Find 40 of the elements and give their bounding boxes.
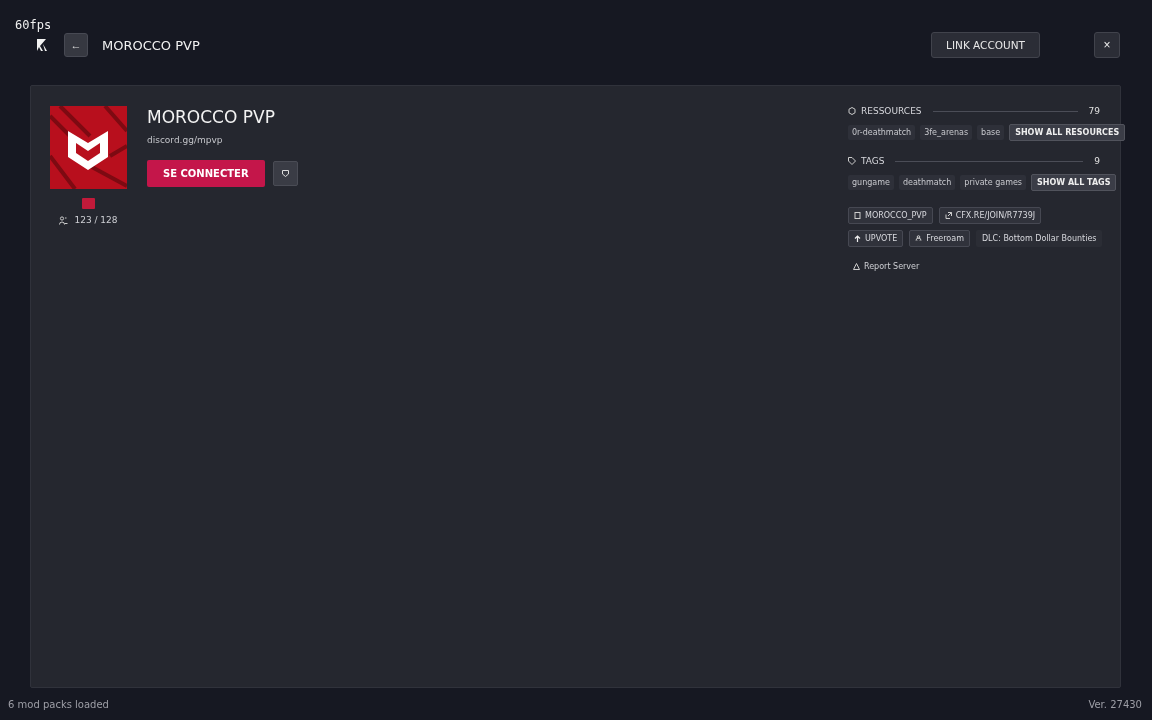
dlc-chip: DLC: Bottom Dollar Bounties — [975, 230, 1103, 247]
back-button[interactable]: ← — [64, 33, 88, 57]
favorite-button[interactable] — [272, 161, 298, 186]
resource-chip: base — [977, 125, 1005, 140]
section-count: 9 — [1094, 156, 1100, 166]
tag-chip: deathmatch — [898, 175, 956, 190]
upvote-button[interactable]: UPVOTE — [848, 230, 904, 247]
section-title: RESSOURCES — [861, 106, 922, 116]
flag-icon — [82, 198, 95, 209]
shield-icon — [281, 170, 289, 177]
document-icon — [854, 212, 861, 219]
show-all-resources-button[interactable]: SHOW ALL RESOURCES — [1009, 124, 1126, 141]
resource-chip: 3fe_arenas — [920, 125, 973, 140]
version-text: Ver. 27430 — [1088, 698, 1142, 710]
section-count: 79 — [1088, 106, 1100, 116]
report-server-link[interactable]: Report Server — [853, 262, 920, 271]
people-icon — [59, 215, 69, 225]
tag-chip: gungame — [848, 175, 894, 190]
status-text: 6 mod packs loaded — [8, 698, 109, 710]
show-all-tags-button[interactable]: SHOW ALL TAGS — [1031, 174, 1117, 191]
gametype-chip[interactable]: Freeroam — [909, 230, 970, 247]
tag-icon — [848, 157, 856, 165]
connect-button[interactable]: SE CONNECTER — [147, 160, 265, 187]
cube-icon — [848, 107, 856, 115]
close-button[interactable]: × — [1094, 32, 1120, 58]
project-link[interactable]: MOROCCO_PVP — [848, 207, 933, 224]
link-account-button[interactable]: LINK ACCOUNT — [931, 32, 1040, 58]
page-title: MOROCCO PVP — [102, 37, 200, 53]
server-url: discord.gg/mpvp — [147, 135, 224, 145]
tag-chip: private games — [960, 175, 1027, 190]
resource-chip: 0r-deathmatch — [848, 125, 916, 140]
player-count: 123 / 128 — [74, 215, 118, 225]
fps-counter: 60fps — [15, 18, 52, 32]
app-logo-icon — [36, 38, 48, 52]
section-title: TAGS — [861, 156, 885, 166]
join-link[interactable]: CFX.RE/JOIN/R7739J — [938, 207, 1042, 224]
server-name: MOROCCO PVP — [147, 107, 276, 127]
warning-icon — [853, 263, 860, 270]
link-icon — [944, 212, 952, 219]
arrow-up-icon — [854, 235, 861, 242]
